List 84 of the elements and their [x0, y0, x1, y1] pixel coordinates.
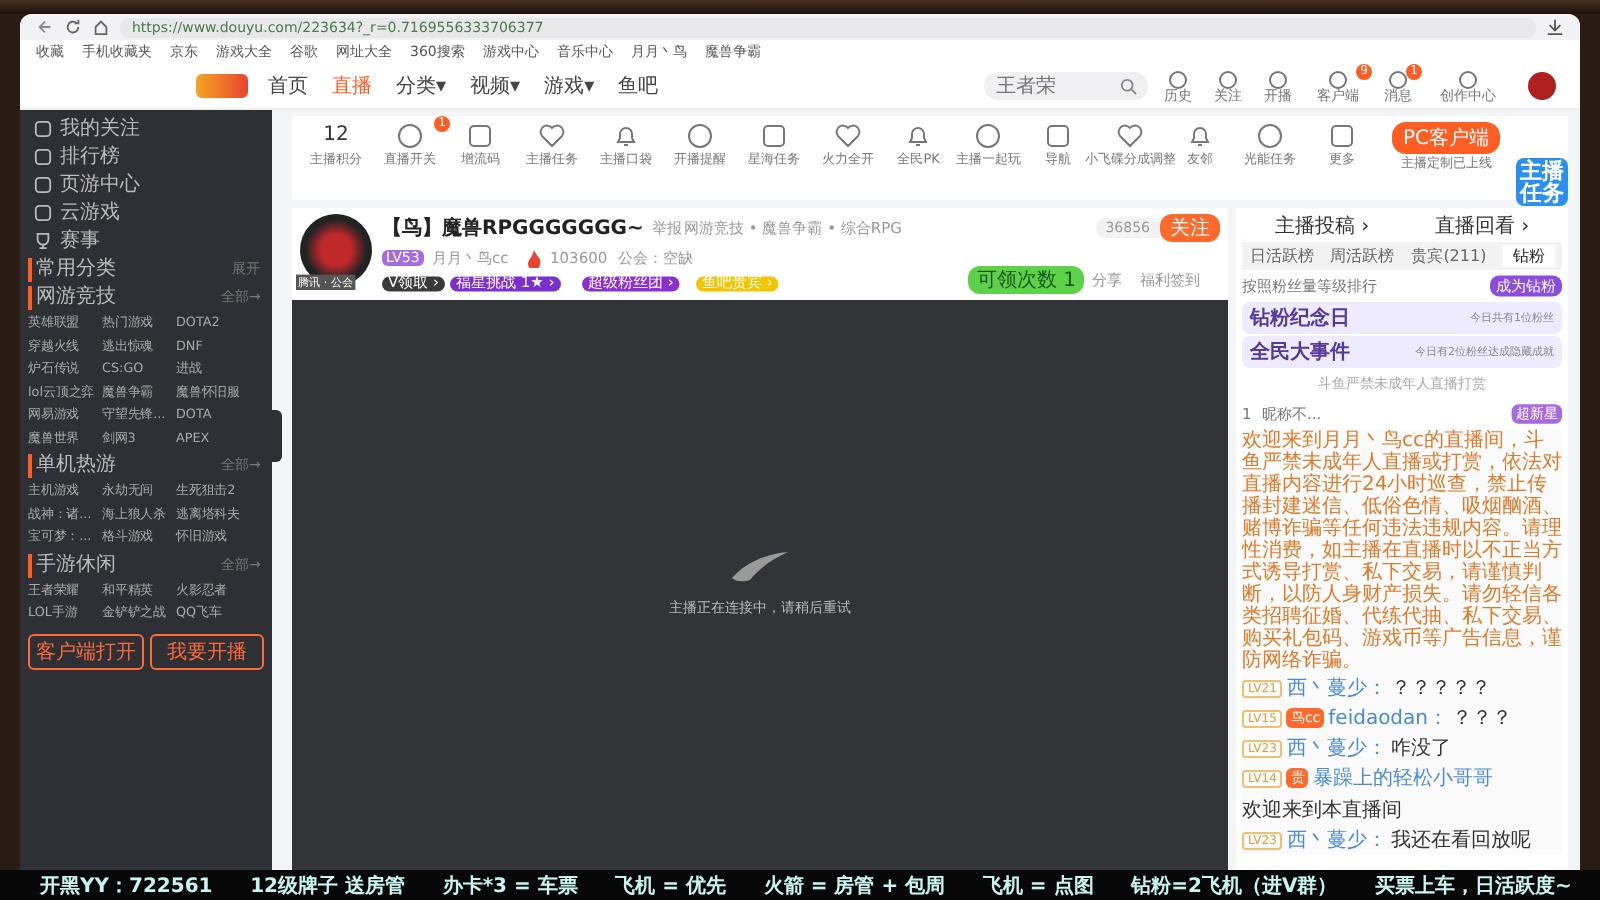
ticker-text: 12级牌子 送房管 — [250, 872, 405, 899]
user-name[interactable]: 西丶蔓少： — [1286, 826, 1387, 854]
user-name[interactable]: 暴躁上的轻松小哥哥 — [1312, 764, 1493, 792]
room-title: 【鸟】魔兽RPGGGGGGG~ — [382, 214, 644, 242]
logo-icon[interactable] — [196, 74, 248, 98]
heart-icon[interactable] — [537, 122, 566, 150]
user-name[interactable]: 西丶蔓少： — [1286, 734, 1387, 762]
message-text: 我还在看回放呢 — [1390, 827, 1531, 854]
nav-link[interactable]: 首页 — [268, 72, 308, 100]
back-icon[interactable] — [36, 18, 54, 36]
message-text: ？？？？？ — [1390, 676, 1491, 702]
ticker-text: 开黑YY：722561 — [40, 873, 213, 899]
ticker-text: 办卡*3 = 车票 — [442, 872, 578, 899]
header-tool-icon[interactable] — [1388, 69, 1408, 89]
ticker-text: 钻粉=2飞机（进V群） — [1131, 873, 1338, 899]
header-tool-icon[interactable] — [1268, 69, 1288, 89]
trophy-icon — [34, 232, 52, 250]
reload-icon[interactable] — [64, 18, 82, 36]
nav-link[interactable]: 视频▾ — [470, 72, 521, 100]
message-text: 咋没了 — [1390, 736, 1451, 762]
section-title: 手游休闲 — [36, 553, 116, 577]
flame-icon — [525, 249, 542, 267]
section-title: 常用分类 — [36, 258, 116, 282]
nav-link[interactable]: 游戏▾ — [544, 72, 595, 100]
home-icon[interactable] — [92, 18, 110, 36]
sidebar-button[interactable]: 我要开播 — [149, 633, 264, 669]
sidebar-item[interactable]: 我的关注 — [28, 116, 264, 142]
square-icon[interactable] — [466, 122, 495, 150]
chat-link[interactable]: 主播投稿 › — [1274, 212, 1370, 240]
rank-tab[interactable]: 贵宾(211) — [1411, 244, 1487, 268]
card-title: 钻粉纪念日 — [1250, 305, 1350, 332]
nav-link[interactable]: 直播 — [332, 72, 372, 100]
rank-tab[interactable]: 周活跃榜 — [1330, 244, 1394, 268]
square-icon — [34, 204, 52, 222]
score-value: 12 — [323, 122, 349, 150]
pc-client-button[interactable]: PC客户端 — [1392, 122, 1499, 154]
header-tool-icon[interactable] — [1168, 69, 1188, 89]
square-icon — [34, 148, 52, 166]
search-field[interactable]: 王者荣 — [984, 72, 1148, 100]
square-icon — [34, 120, 52, 138]
avatar-icon[interactable] — [1528, 72, 1556, 100]
nav-link[interactable]: 鱼吧 — [618, 72, 659, 100]
sidebar-item[interactable]: 页游中心 — [28, 172, 264, 198]
message-text: 欢迎来到本直播间 — [1242, 797, 1402, 824]
bell-icon[interactable] — [611, 122, 640, 150]
nav-link[interactable]: 分类▾ — [396, 72, 447, 100]
ticker-text: 飞机 = 优先 — [615, 873, 727, 899]
header-tool-icon[interactable] — [1218, 69, 1238, 89]
sidebar-item[interactable]: 排行榜 — [28, 144, 264, 170]
header-tool-icon[interactable] — [1458, 69, 1478, 89]
system-message: 欢迎来到月月丶鸟cc的直播间，斗鱼严禁未成年人直播或打赏，依法对直播内容进行24小时巡查，禁止传播封建迷信、低俗色情、吸烟酗酒、赌博诈骗等任何违法违规内容。请理性消费，如主播在直播时以不正当方式诱导打赏、私下交易，请谨慎判断，以防人身财产损失。请勿轻信各类招聘征婚、代练代抽、私下交易、购买礼包码、游戏币等广告信息，谨防网络诈骗。 — [1242, 430, 1562, 672]
square-icon[interactable] — [759, 122, 788, 150]
circle-icon[interactable] — [1256, 122, 1285, 150]
claim-button[interactable]: 可领次数 1 — [968, 266, 1084, 294]
sidebar-button[interactable]: 客户端打开 — [28, 633, 143, 669]
heart-icon[interactable] — [833, 122, 862, 150]
ticker-text: 飞机 = 点图 — [982, 873, 1094, 899]
section-title: 网游竞技 — [36, 286, 116, 310]
square-icon[interactable] — [1044, 122, 1073, 150]
loading-icon — [730, 549, 790, 581]
ticker-text: 买票上车，日活跃度~ — [1375, 872, 1572, 899]
square-icon — [34, 176, 52, 194]
header-tool-icon[interactable] — [1328, 69, 1348, 89]
rank-tab[interactable]: 日活跃榜 — [1250, 244, 1314, 268]
sidebar-item[interactable]: 赛事 — [28, 228, 264, 254]
bell-icon[interactable] — [903, 122, 932, 150]
heart-icon[interactable] — [1115, 122, 1144, 150]
bell-icon[interactable] — [1186, 122, 1215, 150]
message-text: ？？？ — [1452, 706, 1512, 732]
rank-tab[interactable]: 钻粉 — [1502, 244, 1556, 268]
section-title: 单机热游 — [36, 454, 116, 478]
user-name[interactable]: 西丶蔓少： — [1286, 674, 1387, 702]
circle-icon[interactable] — [685, 122, 714, 150]
sidebar-item[interactable]: 云游戏 — [28, 200, 264, 226]
user-name[interactable]: feidaodan： — [1328, 704, 1448, 732]
download-icon[interactable] — [1546, 18, 1564, 36]
card-title: 全民大事件 — [1250, 339, 1350, 366]
square-icon[interactable] — [1327, 122, 1356, 150]
task-sticker[interactable]: 主播任务 — [1516, 158, 1568, 206]
chat-link[interactable]: 直播回看 › — [1434, 212, 1530, 240]
circle-icon[interactable] — [396, 122, 424, 150]
collapse-handle[interactable] — [272, 410, 282, 462]
circle-icon[interactable] — [974, 122, 1003, 150]
ticker-text: 火箭 = 房管 + 包周 — [763, 872, 946, 899]
